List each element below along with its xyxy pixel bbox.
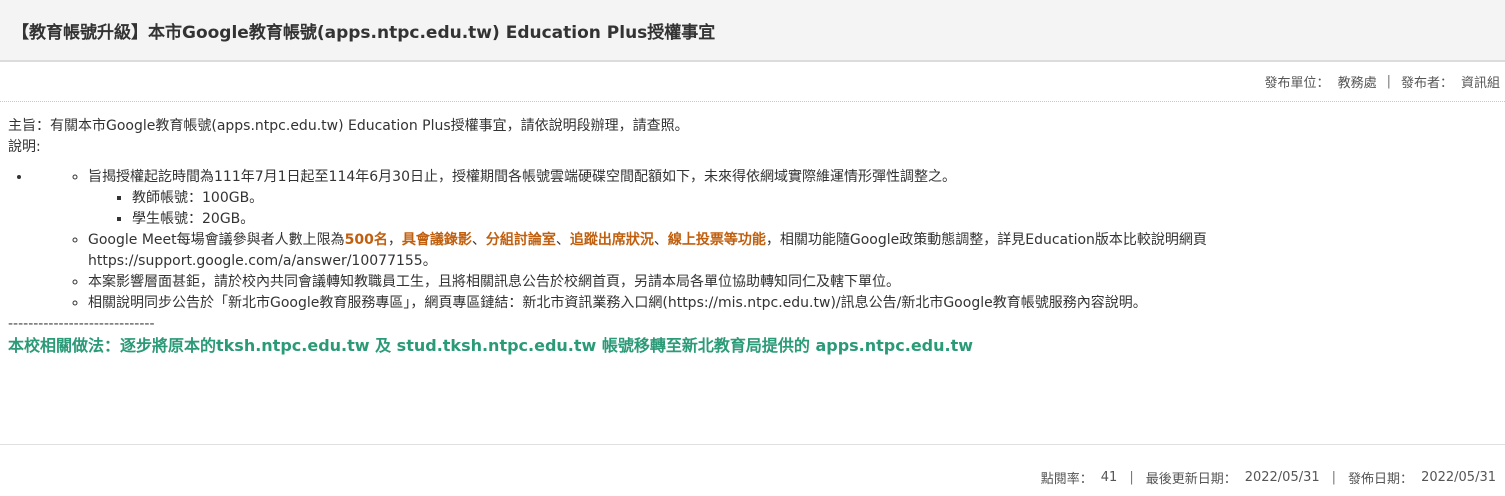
footer-separator: | xyxy=(1129,470,1134,485)
text-divider: ----------------------------- xyxy=(8,316,155,332)
footer-stats: 點閱率： 41 | 最後更新日期： 2022/05/31 | 發佈日期： 202… xyxy=(1041,468,1496,487)
quota-list: 教師帳號：100GB。 學生帳號：20GB。 xyxy=(88,188,1497,230)
student-quota: 學生帳號：20GB。 xyxy=(132,209,1497,230)
page-title: 【教育帳號升級】本市Google教育帳號(apps.ntpc.edu.tw) E… xyxy=(12,22,716,43)
publisher-label: 發布者： xyxy=(1400,76,1453,91)
meet-breakout-highlight: 分組討論室 xyxy=(485,232,556,248)
publisher-value: 資訊組 xyxy=(1460,76,1500,91)
list-item: 旨揭授權起訖時間為111年7月1日起至114年6月30日止，授權期間各帳號雲端硬… xyxy=(32,167,1497,314)
title-bar: 【教育帳號升級】本市Google教育帳號(apps.ntpc.edu.tw) E… xyxy=(0,0,1505,62)
list-item-authorization: 旨揭授權起訖時間為111年7月1日起至114年6月30日止，授權期間各帳號雲端硬… xyxy=(88,167,1497,230)
publish-info: 發布單位： 教務處 | 發布者： 資訊組 xyxy=(0,62,1505,102)
published-value: 2022/05/31 xyxy=(1421,470,1496,485)
school-practice: 本校相關做法：逐步將原本的tksh.ntpc.edu.tw 及 stud.tks… xyxy=(8,336,974,355)
footer-separator: | xyxy=(1331,470,1337,485)
meet-attendance-highlight: 追蹤出席狀況 xyxy=(569,232,654,248)
published-label: 發佈日期： xyxy=(1348,472,1414,487)
meet-text-a: Google Meet每場會議參與者人數上限為 xyxy=(88,232,345,248)
footer-divider xyxy=(0,444,1505,445)
meet-polls-highlight: 線上投票等功能 xyxy=(667,232,766,248)
teacher-quota: 教師帳號：100GB。 xyxy=(132,188,1497,209)
meet-text-i: 、 xyxy=(653,232,668,248)
explain-sublist: 旨揭授權起訖時間為111年7月1日起至114年6月30日止，授權期間各帳號雲端硬… xyxy=(32,167,1497,314)
explain-label: 說明: xyxy=(8,139,41,155)
meet-text-c: ， xyxy=(387,232,402,248)
meet-text-e: 、 xyxy=(471,232,486,248)
meet-recording-highlight: 具會議錄影 xyxy=(401,232,472,248)
unit-label: 發布單位： xyxy=(1264,76,1330,91)
meet-text-g: 、 xyxy=(555,232,570,248)
meta-separator: | xyxy=(1386,74,1391,89)
authorization-text: 旨揭授權起訖時間為111年7月1日起至114年6月30日止，授權期間各帳號雲端硬… xyxy=(88,169,956,185)
updated-label: 最後更新日期： xyxy=(1145,472,1237,487)
list-item-meet: Google Meet每場會議參與者人數上限為500名，具會議錄影、分組討論室、… xyxy=(88,230,1497,272)
clicks-value: 41 xyxy=(1100,470,1118,485)
article-body: 主旨：有關本市Google教育帳號(apps.ntpc.edu.tw) Educ… xyxy=(0,102,1505,356)
list-item-notice: 本案影響層面甚鉅，請於校內共同會議轉知教職員工生，且將相關訊息公告於校網首頁，另… xyxy=(88,272,1497,293)
subject-line: 主旨：有關本市Google教育帳號(apps.ntpc.edu.tw) Educ… xyxy=(8,118,689,134)
list-item-announcement: 相關說明同步公告於「新北市Google教育服務專區」，網頁專區鏈結：新北市資訊業… xyxy=(88,293,1497,314)
explain-list: 旨揭授權起訖時間為111年7月1日起至114年6月30日止，授權期間各帳號雲端硬… xyxy=(8,167,1497,314)
meet-participants-highlight: 500名 xyxy=(344,232,388,248)
clicks-label: 點閱率： xyxy=(1040,472,1093,487)
unit-value: 教務處 xyxy=(1337,76,1377,91)
updated-value: 2022/05/31 xyxy=(1244,470,1320,485)
